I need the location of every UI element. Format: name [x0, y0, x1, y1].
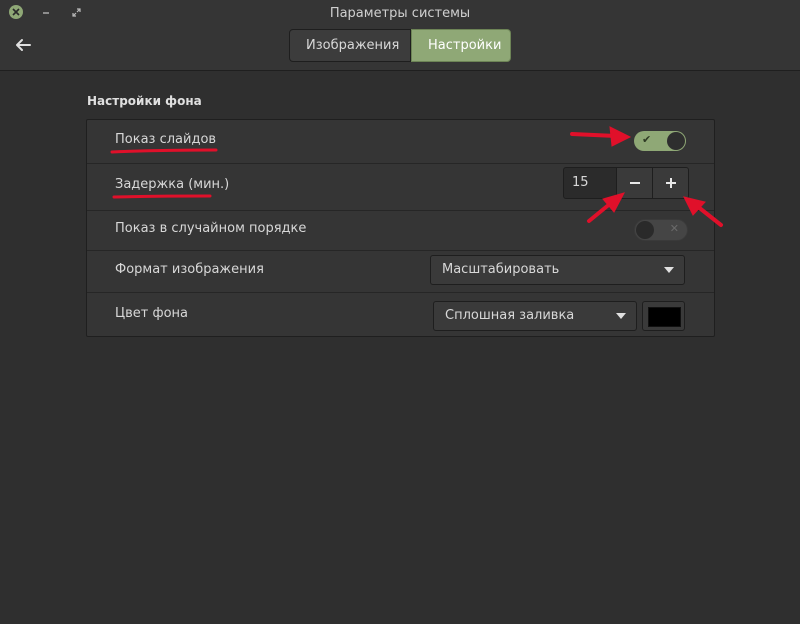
slideshow-switch[interactable]: ✔ — [634, 131, 686, 151]
color-swatch — [648, 307, 681, 327]
background-style-value: Сплошная заливка — [445, 308, 575, 323]
tab-bar: Изображения Настройки — [289, 29, 511, 62]
title-bar: Параметры системы Изображения Настройки — [0, 0, 800, 71]
picture-format-value: Масштабировать — [442, 262, 560, 277]
section-title: Настройки фона — [87, 94, 202, 108]
row-slideshow: Показ слайдов ✔ — [87, 120, 714, 164]
chevron-down-icon — [616, 313, 626, 319]
picture-format-dropdown[interactable]: Масштабировать — [430, 255, 685, 285]
random-order-label: Показ в случайном порядке — [115, 221, 307, 236]
increment-button[interactable] — [653, 167, 689, 199]
tab-settings[interactable]: Настройки — [411, 29, 511, 62]
random-order-switch[interactable]: ✕ — [634, 219, 688, 241]
color-picker-button[interactable] — [642, 301, 685, 331]
row-delay: Задержка (мин.) 15 — [87, 163, 714, 211]
chevron-down-icon — [664, 267, 674, 273]
background-color-label: Цвет фона — [115, 306, 188, 321]
delay-label: Задержка (мин.) — [115, 177, 230, 192]
decrement-button[interactable] — [617, 167, 653, 199]
settings-panel: Показ слайдов ✔ Задержка (мин.) 15 Показ… — [86, 119, 715, 337]
slideshow-label: Показ слайдов — [115, 132, 217, 147]
row-picture-format: Формат изображения Масштабировать — [87, 250, 714, 293]
check-icon: ✔ — [642, 133, 652, 146]
tab-images[interactable]: Изображения — [289, 29, 411, 62]
row-background-color: Цвет фона Сплошная заливка — [87, 292, 714, 336]
back-arrow-icon[interactable] — [13, 37, 33, 53]
delay-spinbutton: 15 — [563, 167, 689, 199]
background-style-dropdown[interactable]: Сплошная заливка — [433, 301, 637, 331]
row-random-order: Показ в случайном порядке ✕ — [87, 210, 714, 251]
switch-knob — [667, 132, 685, 150]
window-title: Параметры системы — [329, 6, 471, 21]
picture-format-label: Формат изображения — [115, 262, 264, 277]
delay-value-input[interactable]: 15 — [563, 167, 617, 199]
cross-icon: ✕ — [669, 222, 679, 235]
switch-knob — [636, 221, 654, 239]
